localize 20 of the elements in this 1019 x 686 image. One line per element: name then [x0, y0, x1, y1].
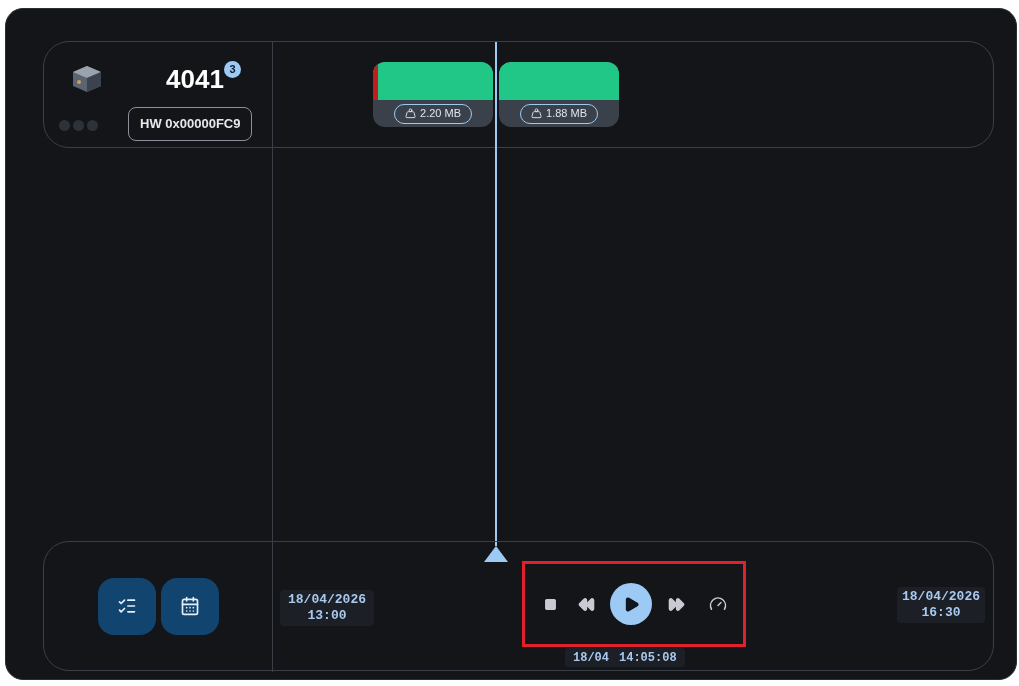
rewind-icon [577, 595, 595, 613]
playhead-handle[interactable] [483, 545, 509, 563]
hardware-id: HW 0x00000FC9 [128, 107, 253, 141]
fast-forward-icon [667, 595, 685, 613]
play-button[interactable] [610, 583, 652, 625]
checklist-icon [117, 596, 137, 616]
current-time-label: 18/04 14:05:08 [565, 648, 685, 667]
count-badge: 3 [224, 61, 241, 78]
device-title: 4041 [166, 66, 224, 92]
calendar-button[interactable] [161, 577, 219, 635]
calendar-icon [180, 596, 200, 616]
weight-icon [405, 108, 416, 119]
checklist-button[interactable] [98, 577, 156, 635]
end-time-label: 18/04/2026 16:30 [897, 587, 985, 623]
start-time-label: 18/04/2026 13:00 [280, 590, 374, 626]
stop-icon [543, 597, 557, 611]
gauge-icon [709, 595, 727, 613]
recording-segment[interactable]: 1.88 MB [499, 62, 619, 127]
recording-segment[interactable]: 2.20 MB [373, 62, 493, 127]
weight-icon [531, 108, 542, 119]
